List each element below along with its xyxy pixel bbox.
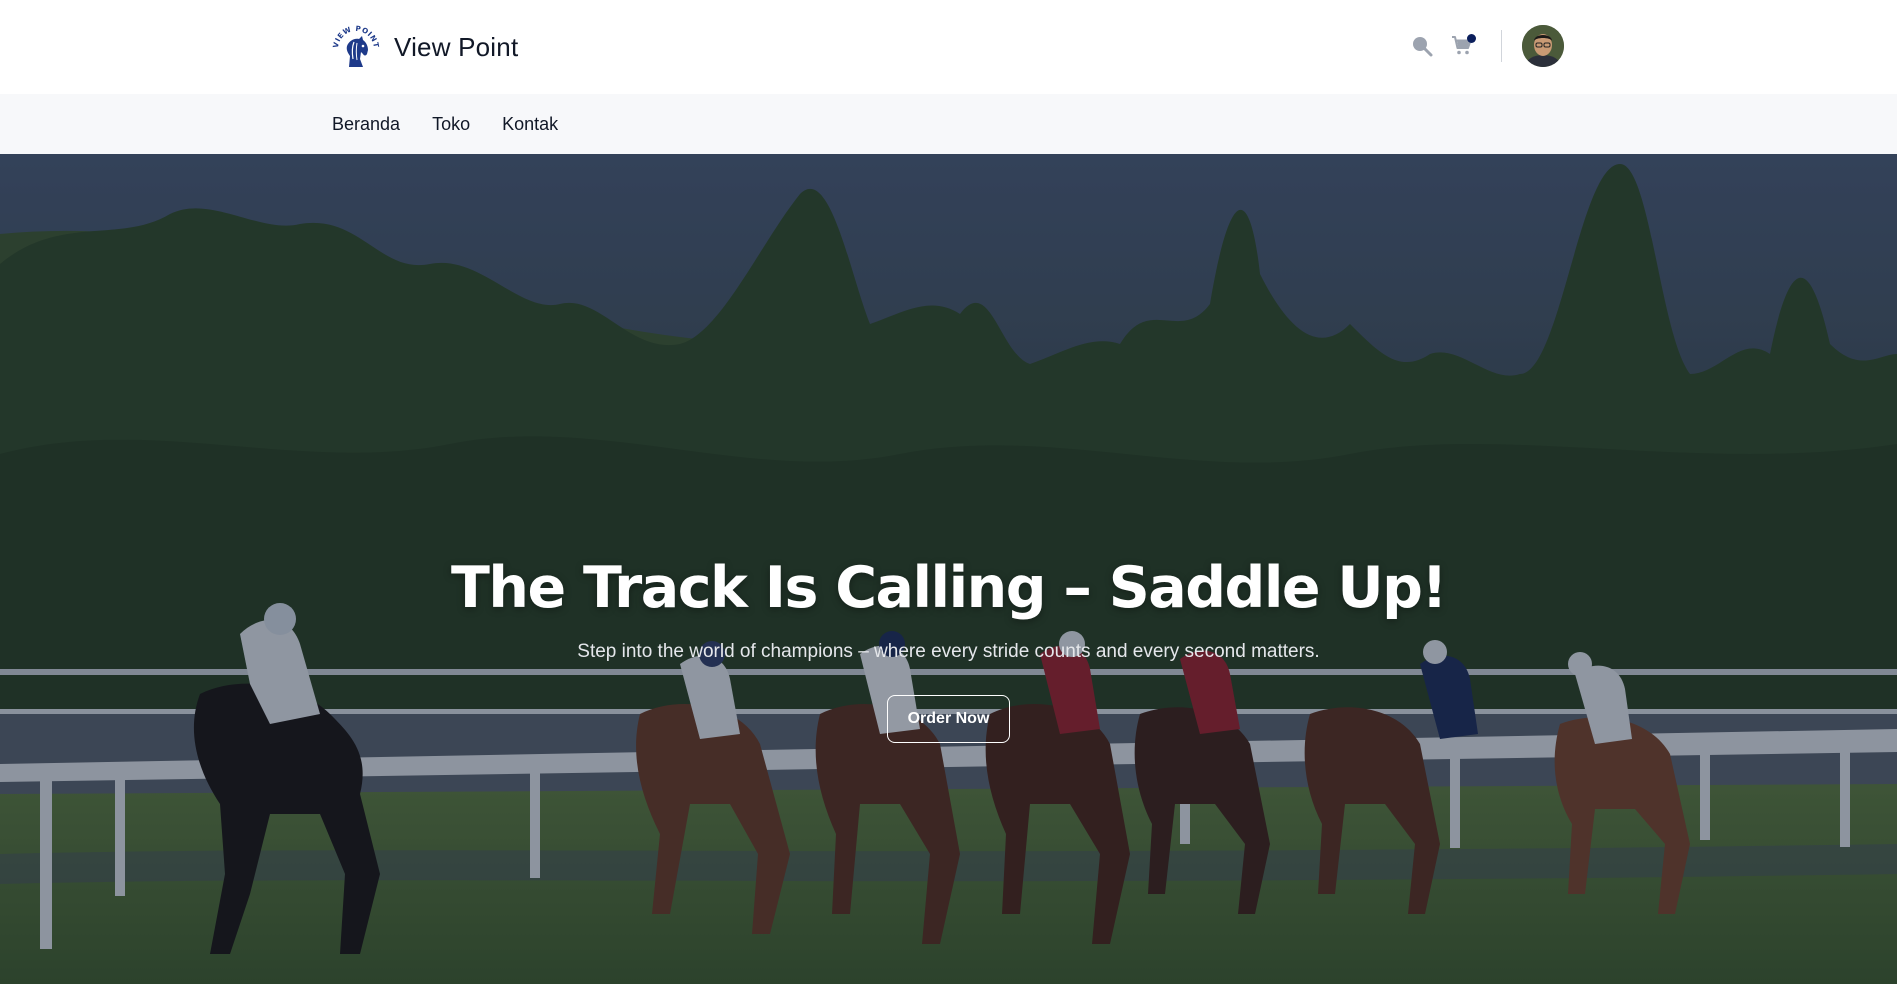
brand-home-link[interactable]: VIEW POINT View Point: [332, 20, 518, 74]
nav-links: Beranda Toko Kontak: [332, 94, 558, 154]
site-header: VIEW POINT View Point: [0, 0, 1897, 94]
hero-section: The Track Is Calling – Saddle Up! Step i…: [0, 154, 1897, 984]
header-divider: [1501, 30, 1502, 62]
user-avatar[interactable]: [1522, 25, 1564, 67]
search-button[interactable]: [1405, 29, 1439, 63]
brand-name: View Point: [394, 31, 519, 62]
main-nav: Beranda Toko Kontak: [0, 94, 1897, 154]
horse-head-logo-icon: VIEW POINT: [332, 24, 380, 67]
avatar-photo: [1522, 25, 1564, 67]
hero-title: The Track Is Calling – Saddle Up!: [451, 555, 1447, 621]
cart-badge: [1467, 34, 1476, 43]
order-now-button[interactable]: Order Now: [886, 695, 1011, 744]
search-icon: [1413, 37, 1433, 57]
header-tools: [1405, 22, 1564, 70]
nav-item-beranda[interactable]: Beranda: [332, 114, 400, 135]
hero-content: The Track Is Calling – Saddle Up! Step i…: [0, 554, 1897, 744]
nav-item-toko[interactable]: Toko: [432, 114, 470, 135]
cart-button[interactable]: [1445, 29, 1479, 63]
hero-subtitle: Step into the world of champions – where…: [577, 641, 1320, 663]
nav-item-kontak[interactable]: Kontak: [502, 114, 558, 135]
